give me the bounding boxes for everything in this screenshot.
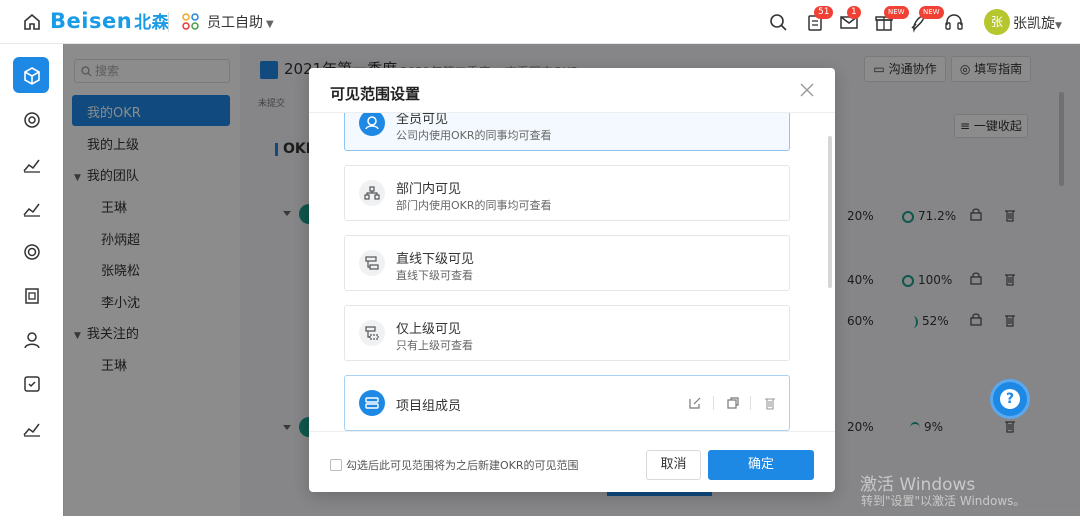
option-project-team[interactable]: 项目组成员 — [344, 375, 790, 431]
activation-watermark-hint: 转到"设置"以激活 Windows。 — [861, 494, 1026, 508]
apps-grid-icon[interactable] — [181, 12, 201, 32]
new-badge: NEW — [884, 6, 909, 19]
question-icon: ? — [1000, 389, 1020, 409]
cube-icon — [24, 67, 40, 85]
help-button[interactable]: ? — [990, 379, 1030, 419]
user-menu[interactable]: 张凯旋▼ — [1013, 13, 1062, 33]
user-icon[interactable] — [21, 329, 43, 351]
caret-down-icon: ▼ — [266, 19, 274, 30]
option-department[interactable]: 部门内可见 部门内使用OKR的同事均可查看 — [344, 165, 790, 221]
cancel-button[interactable]: 取消 — [646, 450, 701, 480]
logo-cn-text: 北森 — [134, 13, 170, 33]
people-icon — [359, 113, 385, 136]
app-switcher[interactable]: 员工自助 ▼ — [207, 12, 274, 32]
option-desc: 直线下级可查看 — [396, 269, 473, 282]
caret-down-icon: ▼ — [1055, 21, 1062, 31]
trash-icon[interactable] — [763, 396, 777, 410]
dialog-scrollbar[interactable] — [828, 136, 832, 288]
edit-icon[interactable] — [688, 396, 702, 410]
headset-icon[interactable] — [943, 11, 965, 33]
option-title: 全员可见 — [396, 113, 449, 127]
avatar[interactable]: 张 — [984, 9, 1010, 35]
dialog-title: 可见范围设置 — [330, 85, 421, 103]
logo-text: Beisen — [50, 9, 133, 33]
option-desc: 只有上级可查看 — [396, 339, 473, 352]
app-name: 员工自助 — [207, 15, 263, 31]
tasks-badge: 51 — [814, 6, 834, 19]
home-icon[interactable] — [22, 12, 42, 32]
option-direct-reports[interactable]: 直线下级可见 直线下级可查看 — [344, 235, 790, 291]
top-bar: Beisen 北森 员工自助 ▼ 51 1 NEW NEW 张 张凯旋▼ — [0, 0, 1080, 44]
user-name: 张凯旋 — [1013, 16, 1055, 32]
org-icon — [359, 180, 385, 206]
document-icon[interactable] — [21, 285, 43, 307]
option-title: 部门内可见 — [396, 182, 462, 197]
divider — [750, 396, 751, 410]
divider — [168, 12, 169, 32]
default-scope-checkbox[interactable] — [330, 459, 342, 471]
confirm-button[interactable]: 确定 — [708, 450, 814, 480]
option-all-members[interactable]: 全员可见 公司内使用OKR的同事均可查看 — [344, 113, 790, 151]
search-icon[interactable] — [767, 11, 789, 33]
trend-icon[interactable] — [21, 197, 43, 219]
server-icon — [359, 390, 385, 416]
option-desc: 公司内使用OKR的同事均可查看 — [396, 129, 552, 142]
option-title: 仅上级可见 — [396, 322, 462, 337]
hierarchy-icon — [359, 320, 385, 346]
trend-icon[interactable] — [21, 153, 43, 175]
close-icon[interactable] — [799, 82, 815, 98]
beisen-logo[interactable]: Beisen 北森 — [50, 8, 169, 33]
new-badge: NEW — [919, 6, 944, 19]
copy-icon[interactable] — [726, 396, 740, 410]
option-title: 直线下级可见 — [396, 252, 475, 267]
trend-icon[interactable] — [21, 417, 43, 439]
target-icon[interactable] — [21, 109, 43, 131]
spiral-icon[interactable] — [21, 241, 43, 263]
option-manager-only[interactable]: 仅上级可见 只有上级可查看 — [344, 305, 790, 361]
dialog-footer: 勾选后此可见范围将为之后新建OKR的可见范围 取消 确定 — [309, 431, 835, 492]
option-desc: 部门内使用OKR的同事均可查看 — [396, 199, 552, 212]
option-title: 项目组成员 — [396, 399, 462, 414]
checklist-icon[interactable] — [21, 373, 43, 395]
divider — [713, 396, 714, 410]
checkbox-label[interactable]: 勾选后此可见范围将为之后新建OKR的可见范围 — [346, 457, 579, 473]
visibility-settings-dialog: 可见范围设置 全员可见 公司内使用OKR的同事均可查看 部门内可见 部门内使用O… — [309, 68, 835, 492]
mail-badge: 1 — [847, 6, 861, 19]
visibility-options-list: 全员可见 公司内使用OKR的同事均可查看 部门内可见 部门内使用OKR的同事均可… — [309, 113, 835, 431]
hierarchy-icon — [359, 250, 385, 276]
